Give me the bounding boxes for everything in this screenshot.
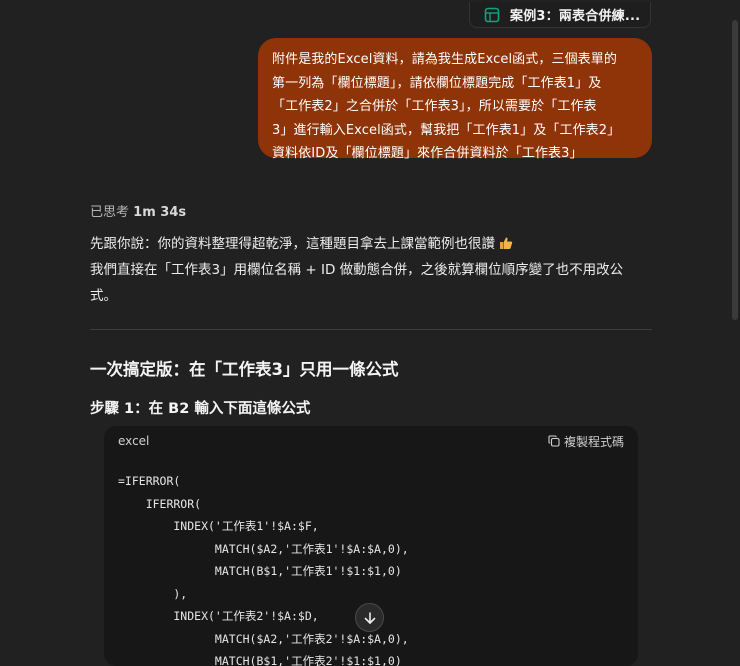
reply-line: 式。 (90, 288, 117, 304)
attached-file-chip[interactable]: 案例3：兩表合併練... (469, 2, 651, 28)
thought-duration-toggle[interactable]: 已思考 1m 34s (90, 201, 186, 220)
spreadsheet-icon (484, 7, 500, 23)
assistant-reply: 先跟你說：你的資料整理得超乾淨，這種題目拿去上課當範例也很讚 我們直接在「工作表… (90, 231, 650, 309)
step-heading: 步驟 1：在 B2 輸入下面這條公式 (90, 401, 311, 417)
code-line: ), (118, 586, 188, 601)
copy-code-button[interactable]: 複製程式碼 (548, 433, 624, 450)
code-line: =IFERROR( (118, 474, 181, 488)
thought-duration: 1m 34s (133, 205, 187, 220)
code-line: INDEX('工作表1'!$A:$F, (118, 519, 319, 533)
code-content[interactable]: =IFERROR( IFERROR( INDEX('工作表1'!$A:$F, M… (104, 456, 638, 666)
code-language: excel (118, 434, 150, 448)
file-name: 案例3：兩表合併練... (510, 9, 641, 24)
user-message-line: 第一列為「欄位標題」，請依欄位標題完成「工作表1」及 (272, 75, 602, 91)
user-message-line: 3」進行輸入Excel函式，幫我把「工作表1」及「工作表2」 (272, 122, 621, 138)
reply-line: 先跟你說：你的資料整理得超乾淨，這種題目拿去上課當範例也很讚 (90, 236, 495, 252)
code-block-header: excel 複製程式碼 (104, 426, 638, 456)
section-divider (90, 329, 652, 330)
page-scrollbar[interactable] (732, 20, 738, 320)
code-line: MATCH(B$1,'工作表2'!$1:$1,0) (118, 654, 402, 666)
code-line: MATCH($A2,'工作表2'!$A:$A,0), (118, 631, 409, 646)
code-line: MATCH(B$1,'工作表1'!$1:$1,0) (118, 564, 402, 578)
user-message-line: 資料依ID及「欄位標題」來作合併資料於「工作表3」 (272, 146, 583, 161)
copy-code-label: 複製程式碼 (563, 434, 624, 449)
scroll-to-bottom-button[interactable] (355, 603, 384, 632)
user-message-line: 附件是我的Excel資料，請為我生成Excel函式，三個表單的 (272, 52, 617, 67)
thumbs-up-icon (499, 233, 513, 249)
code-line: MATCH($A2,'工作表1'!$A:$A,0), (118, 541, 409, 556)
arrow-down-icon (364, 611, 375, 624)
section-heading: 一次搞定版：在「工作表3」只用一條公式 (90, 360, 399, 379)
user-message-line: 「工作表2」之合併於「工作表3」，所以需要於「工作表 (272, 99, 597, 114)
thought-label: 已思考 (90, 205, 130, 220)
code-line: IFERROR( (118, 496, 202, 511)
user-message-bubble: 附件是我的Excel資料，請為我生成Excel函式，三個表單的 第一列為「欄位標… (258, 38, 652, 161)
copy-icon (548, 435, 560, 447)
reply-line: 我們直接在「工作表3」用欄位名稱 + ID 做動態合併，之後就算欄位順序變了也不… (90, 262, 624, 278)
